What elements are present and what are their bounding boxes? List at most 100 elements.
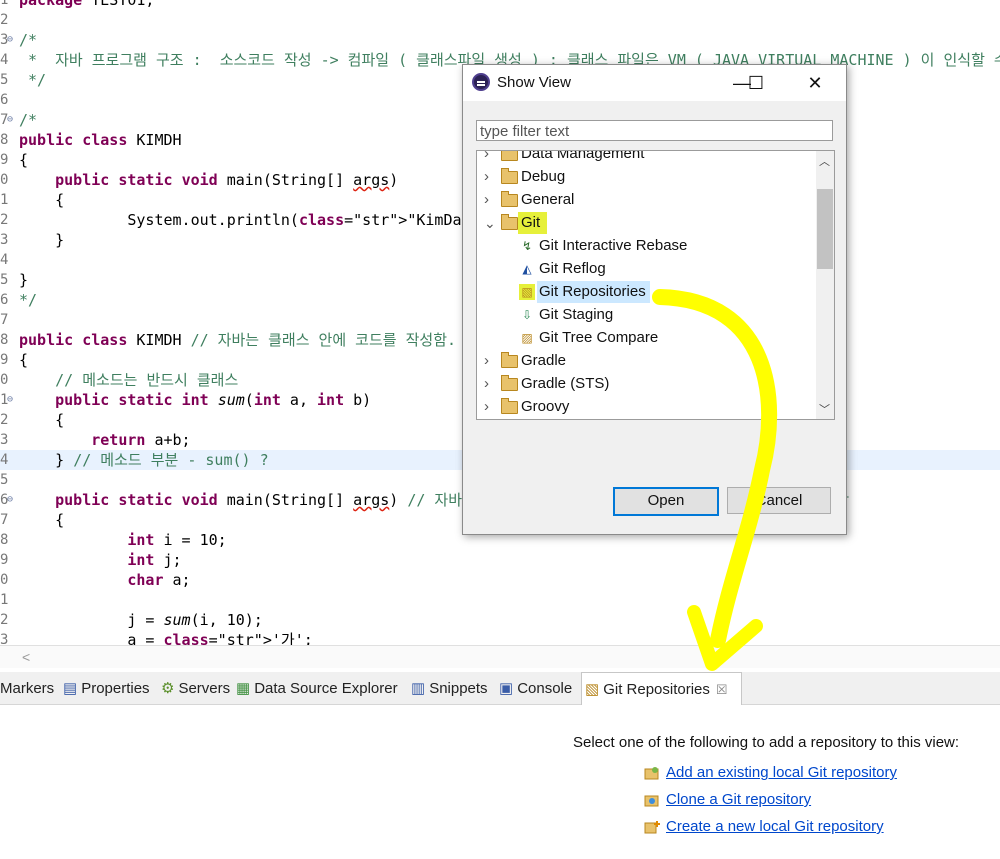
code-text: // 메소드는 반드시 클래스 (55, 371, 239, 389)
tree-item-git-repositories[interactable]: ▧ Git Repositories (477, 281, 815, 303)
code-text: { (19, 411, 65, 429)
scroll-left-icon[interactable]: < (22, 649, 30, 665)
scroll-thumb[interactable] (817, 189, 833, 269)
code-text: int i = 10; (127, 531, 227, 549)
chevron-right-icon[interactable]: › (484, 373, 489, 395)
tree-item-general[interactable]: › General (477, 189, 815, 211)
chevron-down-icon[interactable]: ⌄ (484, 212, 496, 234)
line-number: 2 (0, 12, 9, 28)
code-text: int j; (127, 551, 182, 569)
code-line[interactable]: 3 ⊖/* (0, 30, 1000, 50)
tree-item-gradle-sts[interactable]: › Gradle (STS) (477, 373, 815, 395)
chevron-right-icon[interactable]: › (484, 166, 489, 188)
git-view-intro: Select one of the following to add a rep… (573, 734, 960, 751)
tree-item-git[interactable]: ⌄ Git (477, 212, 815, 234)
tree-item-label: Groovy (521, 398, 570, 415)
chevron-right-icon[interactable]: › (484, 151, 489, 165)
line-number: 5 (0, 72, 9, 88)
folder-icon (501, 375, 518, 391)
staging-icon: ⇩ (521, 308, 533, 322)
folder-icon (501, 214, 518, 230)
line-number: 1 (0, 592, 9, 608)
open-button[interactable]: Open (613, 487, 719, 516)
code-text: { (19, 511, 65, 529)
line-number: 8 (0, 332, 9, 348)
close-button[interactable]: ✕ (795, 69, 835, 97)
tree-item-gradle[interactable]: › Gradle (477, 350, 815, 372)
view-tree[interactable]: › Data Management › Debug › General ⌄ Git ↯ Git I… (476, 150, 835, 420)
show-view-dialog: Show View — ☐ ✕ type filter text › Data M… (462, 64, 847, 535)
line-number: 0 (0, 372, 9, 388)
tree-item-label: Debug (521, 168, 566, 185)
tab-properties[interactable]: ▤ Properties (63, 672, 157, 704)
line-number: 8 (0, 532, 9, 548)
code-text: package TEST01; (19, 0, 155, 9)
fold-icon[interactable]: ⊖ (7, 390, 13, 410)
clone-repo-link[interactable]: Clone a Git repository (644, 791, 811, 808)
chevron-right-icon[interactable]: › (484, 350, 489, 372)
tab-label: Console (517, 680, 573, 697)
fold-icon[interactable]: ⊖ (7, 490, 13, 510)
tree-scrollbar[interactable]: ︿ ﹀ (816, 151, 834, 419)
code-text: /* (19, 31, 38, 49)
editor-horizontal-scrollbar[interactable]: < (0, 645, 1000, 668)
folder-icon (501, 398, 518, 414)
tree-item-label: Data Management (521, 150, 645, 162)
add-existing-repo-link[interactable]: Add an existing local Git repository (644, 764, 897, 781)
line-number: 6 (0, 92, 9, 108)
code-line[interactable]: 1 (0, 590, 1000, 610)
code-line[interactable]: 0 char a; (0, 570, 1000, 590)
folder-icon (501, 151, 518, 161)
tab-data-source-explorer[interactable]: ▦ Data Source Explorer (236, 672, 406, 704)
git-repo-icon: ▧ (585, 681, 600, 699)
tree-item-debug[interactable]: › Debug (477, 166, 815, 188)
line-number: 2 (0, 612, 9, 628)
chevron-right-icon[interactable]: › (484, 189, 489, 211)
tree-item-git-reflog[interactable]: ◭ Git Reflog (477, 258, 815, 280)
create-repo-link[interactable]: Create a new local Git repository (644, 818, 884, 835)
cancel-button[interactable]: Cancel (727, 487, 831, 514)
snippets-icon: ▥ (411, 680, 426, 698)
line-number: 4 (0, 452, 9, 468)
tab-servers[interactable]: ⚙ Servers (161, 672, 233, 704)
code-line[interactable]: 9 int j; (0, 550, 1000, 570)
git-repositories-view: Select one of the following to add a rep… (0, 705, 1000, 859)
line-number: 3 (0, 432, 9, 448)
filter-input[interactable]: type filter text (476, 120, 833, 141)
tab-markers[interactable]: Markers (0, 672, 58, 704)
fold-icon[interactable]: ⊖ (7, 30, 13, 50)
tree-item-groovy[interactable]: › Groovy (477, 396, 815, 418)
scroll-up-icon[interactable]: ︿ (819, 153, 830, 169)
scroll-down-icon[interactable]: ﹀ (819, 401, 830, 417)
code-text: public class KIMDH (19, 131, 182, 149)
tree-item-git-staging[interactable]: ⇩ Git Staging (477, 304, 815, 326)
bottom-view-tabs: Markers ▤ Properties ⚙ Servers ▦ Data Source E… (0, 672, 1000, 705)
git-repo-icon: ▧ (519, 284, 535, 300)
rebase-icon: ↯ (521, 239, 533, 253)
line-number: 5 (0, 272, 9, 288)
tree-item-git-tree-compare[interactable]: ▨ Git Tree Compare (477, 327, 815, 349)
code-line[interactable]: 1 package TEST01; (0, 0, 1000, 10)
fold-icon[interactable]: ⊖ (7, 110, 13, 130)
tab-label: Markers (0, 680, 55, 697)
eclipse-icon (472, 73, 490, 91)
tab-git-repositories[interactable]: ▧ Git Repositories ☒ (581, 672, 742, 705)
tree-item-data-management[interactable]: › Data Management (477, 150, 815, 165)
tab-snippets[interactable]: ▥ Snippets (411, 672, 494, 704)
tab-console[interactable]: ▣ Console (499, 672, 577, 704)
tab-label: Data Source Explorer (254, 680, 398, 697)
clone-icon (644, 793, 660, 807)
code-text: return a+b; (91, 431, 191, 449)
code-text: public static void main(String[] args) (55, 171, 399, 189)
maximize-button[interactable]: ☐ (736, 69, 776, 97)
line-number: 5 (0, 472, 9, 488)
chevron-right-icon[interactable]: › (484, 396, 489, 418)
close-tab-icon[interactable]: ☒ (716, 682, 728, 697)
tree-item-git-interactive-rebase[interactable]: ↯ Git Interactive Rebase (477, 235, 815, 257)
code-line[interactable]: 2 (0, 10, 1000, 30)
line-number: 9 (0, 152, 9, 168)
tree-compare-icon: ▨ (521, 331, 533, 345)
code-line[interactable]: 2 j = sum(i, 10); (0, 610, 1000, 630)
tree-item-label: General (521, 191, 575, 208)
dialog-titlebar[interactable]: Show View — ☐ ✕ (463, 65, 846, 101)
